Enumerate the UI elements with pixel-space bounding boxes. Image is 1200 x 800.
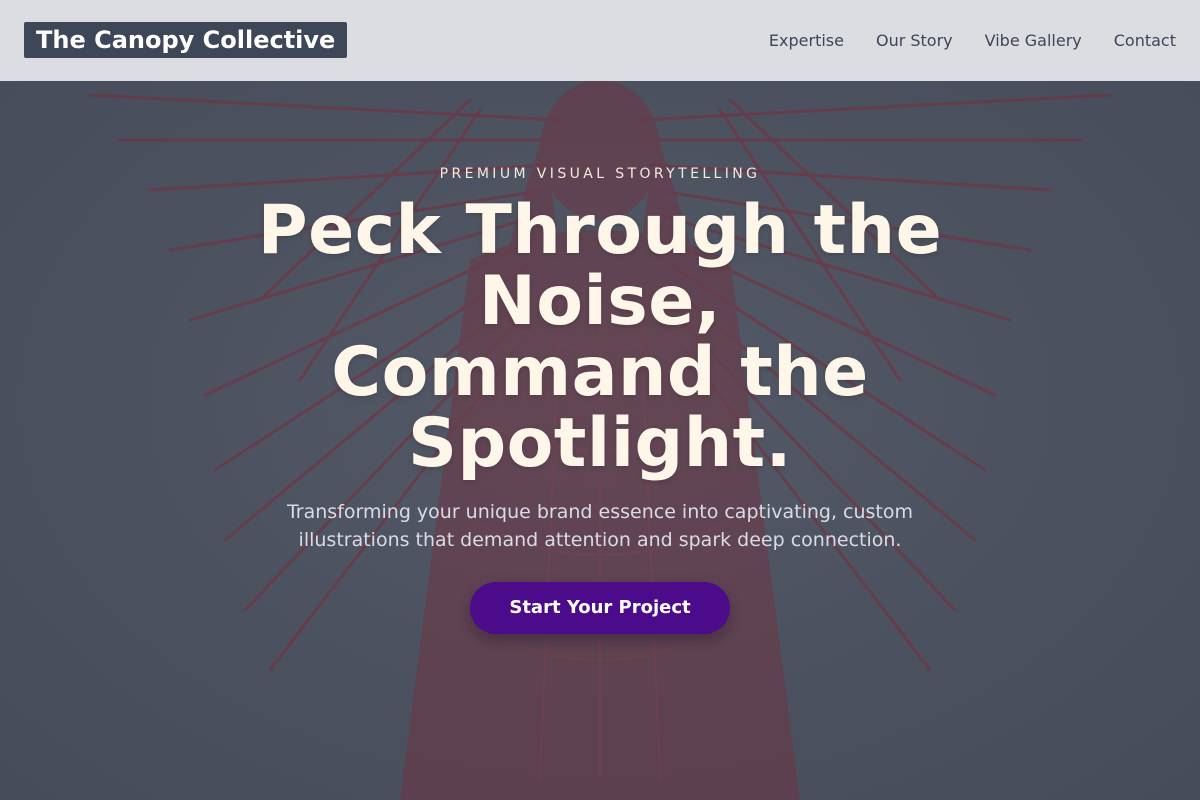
hero-headline: Peck Through the Noise, Command the Spot…: [210, 195, 990, 479]
headline-line-4: Spotlight.: [408, 404, 792, 483]
headline-line-3: Command the: [331, 333, 869, 412]
nav-link-vibe-gallery[interactable]: Vibe Gallery: [985, 31, 1082, 50]
hero-eyebrow: PREMIUM VISUAL STORYTELLING: [439, 166, 761, 182]
nav-link-contact[interactable]: Contact: [1114, 31, 1176, 50]
hero-subtext: Transforming your unique brand essence i…: [286, 501, 914, 551]
headline-line-1: Peck Through the: [257, 191, 943, 270]
nav-link-our-story[interactable]: Our Story: [876, 31, 953, 50]
site-header: The Canopy Collective Expertise Our Stor…: [0, 0, 1200, 81]
hero-section: PREMIUM VISUAL STORYTELLING Peck Through…: [0, 81, 1200, 634]
headline-line-2: Noise,: [478, 262, 722, 341]
nav-link-expertise[interactable]: Expertise: [769, 31, 844, 50]
main-nav: Expertise Our Story Vibe Gallery Contact: [769, 0, 1176, 81]
start-project-button[interactable]: Start Your Project: [470, 582, 730, 634]
landing-page: The Canopy Collective Expertise Our Stor…: [0, 0, 1200, 800]
brand-logo[interactable]: The Canopy Collective: [24, 22, 348, 58]
